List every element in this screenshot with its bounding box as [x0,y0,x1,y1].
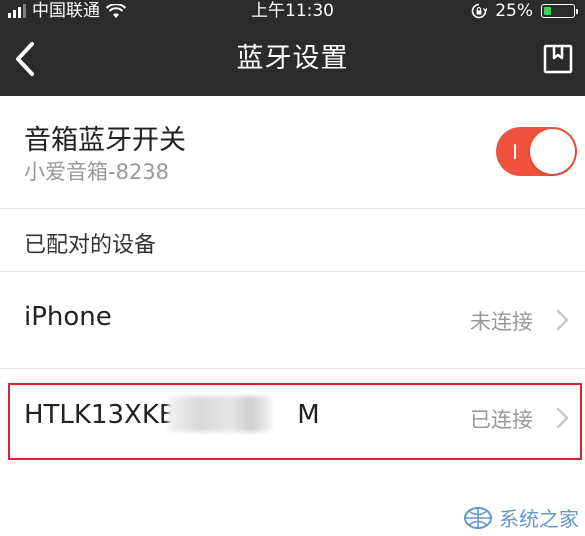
bookmark-button[interactable] [541,42,575,76]
section-label: 已配对的设备 [24,233,157,258]
device-row-iphone[interactable]: iPhone 未连接 [0,272,585,369]
watermark: 系统之家 [463,503,579,532]
device-name: iPhone [24,302,112,332]
speaker-device-name: 小爱音箱-8238 [24,160,170,184]
toggle-knob [530,129,575,174]
battery-icon [541,4,578,18]
connection-status: 已连接 [470,408,533,432]
watermark-text: 系统之家 [499,507,579,531]
chevron-right-icon [556,407,569,429]
redaction-blur [168,396,272,432]
nav-bar: 蓝牙设置 [0,22,585,96]
device-row-htlk[interactable]: HTLK13XKB2 M 已连接 [0,370,585,466]
paired-devices-header: 已配对的设备 [0,209,585,272]
status-bar: 中国联通 上午11:30 25% [0,0,585,22]
bluetooth-toggle[interactable] [496,127,577,176]
battery-percent: 25% [495,1,533,21]
connection-status: 未连接 [470,310,533,334]
orientation-lock-icon [471,3,488,19]
chevron-right-icon [556,309,569,331]
device-name-suffix: M [297,400,320,430]
page-title: 蓝牙设置 [236,43,349,74]
bluetooth-switch-label: 音箱蓝牙开关 [24,125,186,156]
bluetooth-switch-row: 音箱蓝牙开关 小爱音箱-8238 [0,96,585,209]
bookmark-icon [543,44,573,74]
globe-logo-icon [464,506,492,529]
status-right: 25% [471,0,578,22]
toggle-on-mark [514,144,516,159]
